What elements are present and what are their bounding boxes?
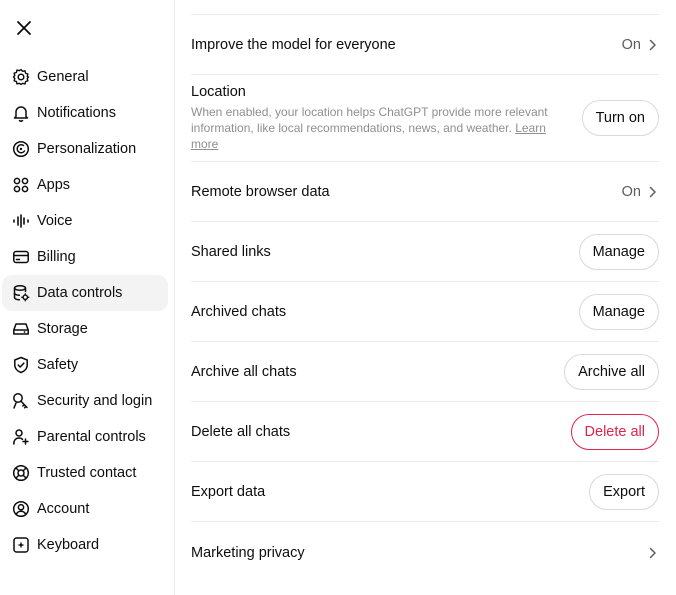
remote-browser-label: Remote browser data xyxy=(191,183,330,200)
sidebar-item-label: Data controls xyxy=(37,285,123,301)
sidebar-item-storage[interactable]: Storage xyxy=(2,311,168,347)
shared-links-label: Shared links xyxy=(191,243,271,260)
sidebar-item-label: Parental controls xyxy=(37,429,146,445)
improve-model-row[interactable]: Improve the model for everyone On xyxy=(191,15,659,75)
delete-all-button[interactable]: Delete all xyxy=(570,413,659,450)
account-icon xyxy=(11,499,31,519)
sidebar-item-label: Personalization xyxy=(37,141,137,157)
lifebuoy-icon xyxy=(11,463,31,483)
archived-chats-label: Archived chats xyxy=(191,303,287,320)
settings-nav: General Notifications Personalization Ap… xyxy=(2,59,168,563)
personalization-icon xyxy=(11,139,31,159)
improve-model-label: Improve the model for everyone xyxy=(191,36,396,53)
shared-links-row: Shared links Manage xyxy=(191,222,659,282)
sidebar-item-security-and-login[interactable]: Security and login xyxy=(2,383,168,419)
database-gear-icon xyxy=(11,283,31,303)
sidebar-item-label: Account xyxy=(37,501,90,517)
remote-browser-value: On xyxy=(621,183,641,200)
sidebar-item-voice[interactable]: Voice xyxy=(2,203,168,239)
sidebar-item-apps[interactable]: Apps xyxy=(2,167,168,203)
keyboard-icon xyxy=(11,535,31,555)
settings-sidebar: General Notifications Personalization Ap… xyxy=(0,0,175,595)
sidebar-item-keyboard[interactable]: Keyboard xyxy=(2,527,168,563)
storage-drive-icon xyxy=(11,319,31,339)
gear-icon xyxy=(11,67,31,87)
apps-grid-icon xyxy=(11,175,31,195)
sidebar-item-label: Notifications xyxy=(37,105,116,121)
sidebar-item-label: Trusted contact xyxy=(37,465,137,481)
location-text: Location When enabled, your location hel… xyxy=(191,84,551,152)
archive-all-button[interactable]: Archive all xyxy=(564,353,659,390)
parental-icon xyxy=(11,427,31,447)
manage-shared-links-button[interactable]: Manage xyxy=(578,233,659,270)
sidebar-item-label: General xyxy=(37,69,89,85)
key-icon xyxy=(11,391,31,411)
location-row: Location When enabled, your location hel… xyxy=(191,75,659,162)
sidebar-item-label: Safety xyxy=(37,357,79,373)
delete-all-row: Delete all chats Delete all xyxy=(191,402,659,462)
chevron-right-icon xyxy=(647,546,659,560)
card-icon xyxy=(11,247,31,267)
sidebar-item-label: Storage xyxy=(37,321,88,337)
sidebar-item-billing[interactable]: Billing xyxy=(2,239,168,275)
location-description: When enabled, your location helps ChatGP… xyxy=(191,105,548,151)
sidebar-item-personalization[interactable]: Personalization xyxy=(2,131,168,167)
sidebar-item-data-controls[interactable]: Data controls xyxy=(2,275,168,311)
voice-wave-icon xyxy=(11,211,31,231)
sidebar-item-label: Voice xyxy=(37,213,73,229)
marketing-privacy-label: Marketing privacy xyxy=(191,545,305,561)
archive-all-label: Archive all chats xyxy=(191,363,297,380)
sidebar-item-general[interactable]: General xyxy=(2,59,168,95)
sidebar-item-trusted-contact[interactable]: Trusted contact xyxy=(2,455,168,491)
chevron-right-icon xyxy=(647,185,659,199)
manage-archived-chats-button[interactable]: Manage xyxy=(578,293,659,330)
turn-on-location-button[interactable]: Turn on xyxy=(581,100,659,136)
export-button[interactable]: Export xyxy=(589,473,659,510)
sidebar-item-label: Keyboard xyxy=(37,537,100,553)
improve-model-value: On xyxy=(621,36,641,53)
sidebar-item-label: Billing xyxy=(37,249,76,265)
marketing-privacy-row[interactable]: Marketing privacy xyxy=(191,522,659,584)
shield-icon xyxy=(11,355,31,375)
sidebar-item-safety[interactable]: Safety xyxy=(2,347,168,383)
chevron-right-icon xyxy=(647,38,659,52)
remote-browser-row[interactable]: Remote browser data On xyxy=(191,162,659,222)
location-title: Location xyxy=(191,84,246,100)
export-data-label: Export data xyxy=(191,483,266,500)
archive-all-row: Archive all chats Archive all xyxy=(191,342,659,402)
sidebar-item-notifications[interactable]: Notifications xyxy=(2,95,168,131)
archived-chats-row: Archived chats Manage xyxy=(191,282,659,342)
sidebar-item-parental-controls[interactable]: Parental controls xyxy=(2,419,168,455)
close-button[interactable] xyxy=(11,15,37,41)
sidebar-item-account[interactable]: Account xyxy=(2,491,168,527)
sidebar-item-label: Apps xyxy=(37,177,71,193)
bell-icon xyxy=(11,103,31,123)
close-icon xyxy=(17,21,31,35)
export-data-row: Export data Export xyxy=(191,462,659,522)
sidebar-item-label: Security and login xyxy=(37,393,153,409)
delete-all-label: Delete all chats xyxy=(191,423,291,440)
data-controls-panel: Improve the model for everyone On Locati… xyxy=(191,0,659,595)
